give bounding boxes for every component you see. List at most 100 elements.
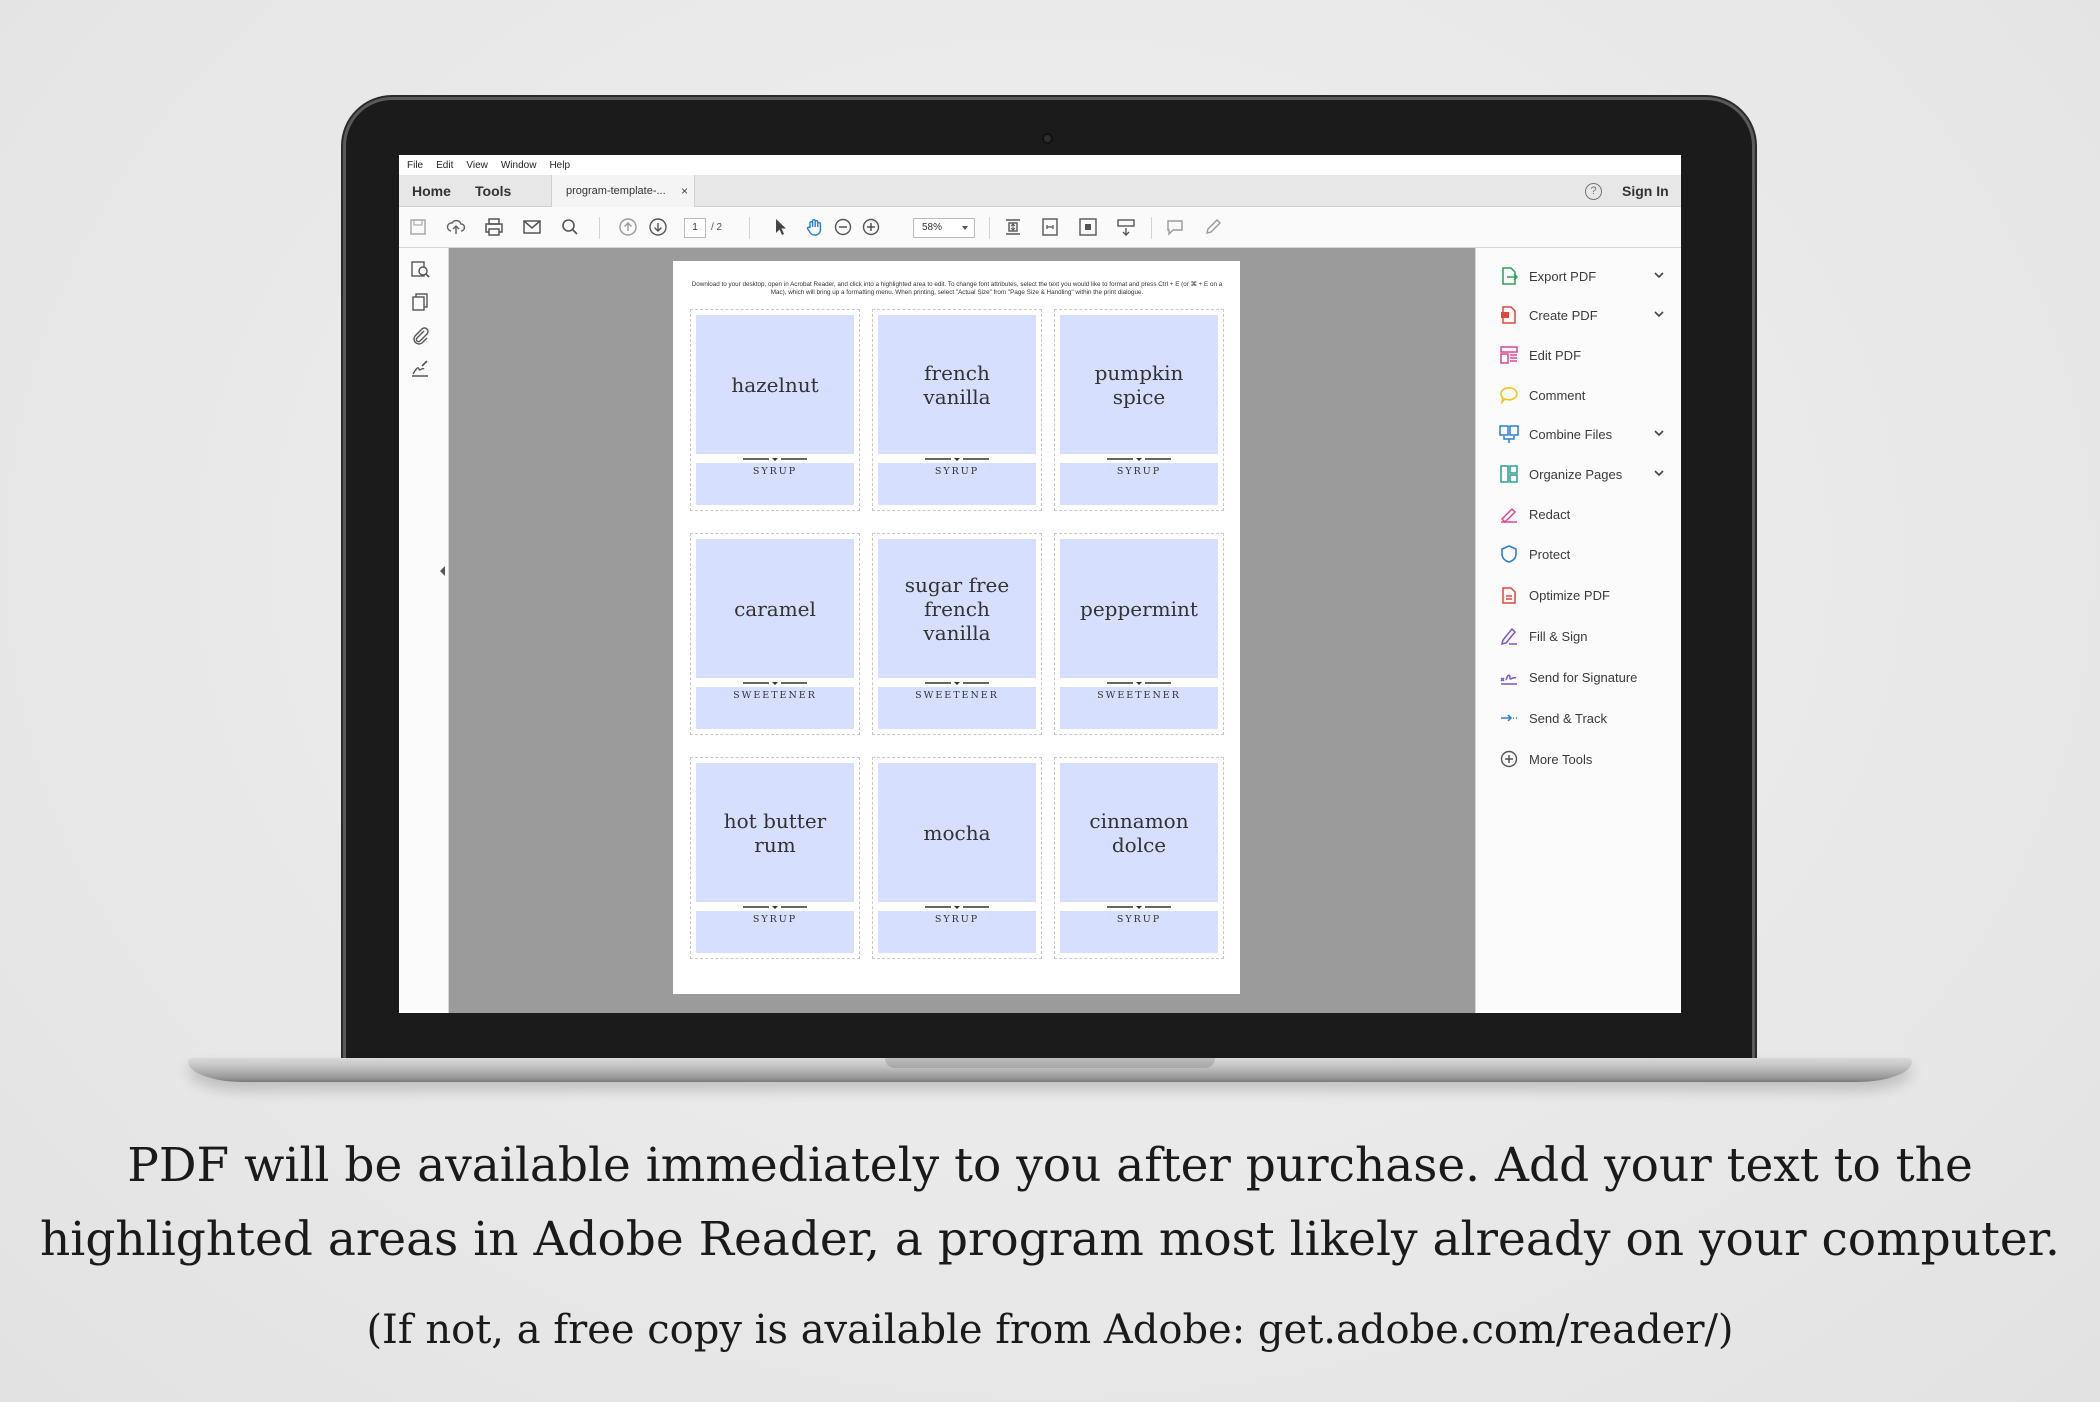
tool-comment[interactable]: Comment <box>1498 384 1668 406</box>
card-title-field[interactable]: pumpkin spice <box>1060 315 1218 454</box>
comment-bubble-icon[interactable] <box>1164 216 1186 238</box>
chevron-down-icon[interactable] <box>1654 428 1664 438</box>
syrup-card: mocha SYRUP <box>872 757 1042 959</box>
zoom-in-icon[interactable] <box>860 216 882 238</box>
divider-ornament <box>1107 906 1171 909</box>
fit-page-icon[interactable] <box>1002 216 1024 238</box>
card-title-field[interactable]: hazelnut <box>696 315 854 454</box>
tool-label: Comment <box>1529 387 1586 403</box>
tool-label: Redact <box>1529 506 1571 522</box>
save-icon[interactable] <box>407 216 429 238</box>
page-number-input[interactable]: 1 <box>684 218 706 238</box>
zoom-level-select[interactable]: 58% <box>913 218 975 238</box>
tool-send-track[interactable]: Send & Track <box>1498 707 1668 729</box>
create-pdf-icon <box>1498 304 1520 326</box>
card-title-field[interactable]: french vanilla <box>878 315 1036 454</box>
pen-icon[interactable] <box>1202 216 1224 238</box>
tool-label: Send & Track <box>1529 710 1608 726</box>
tool-redact[interactable]: Redact <box>1498 503 1668 525</box>
card-title-field[interactable]: caramel <box>696 539 854 678</box>
tool-label: More Tools <box>1529 751 1593 767</box>
document-view[interactable]: Download to your desktop, open in Acroba… <box>449 248 1475 1013</box>
attachment-icon[interactable] <box>409 324 431 346</box>
fill-sign-icon <box>1498 625 1520 647</box>
email-icon[interactable] <box>521 216 543 238</box>
tool-create-pdf[interactable]: Create PDF <box>1498 304 1668 326</box>
divider-ornament <box>743 682 807 685</box>
card-label-field[interactable]: SWEETENER <box>878 687 1036 729</box>
help-icon[interactable]: ? <box>1585 183 1602 200</box>
signature-icon[interactable] <box>409 357 431 379</box>
scroll-mode-icon[interactable] <box>1115 216 1137 238</box>
syrup-card: pumpkin spice SYRUP <box>1054 309 1224 511</box>
next-page-icon[interactable] <box>647 216 669 238</box>
card-label-field[interactable]: SYRUP <box>878 911 1036 953</box>
card-title-field[interactable]: cinnamon dolce <box>1060 763 1218 902</box>
card-title-field[interactable]: peppermint <box>1060 539 1218 678</box>
sign-in-button[interactable]: Sign In <box>1622 175 1669 207</box>
menu-edit[interactable]: Edit <box>436 160 453 171</box>
select-cursor-icon[interactable] <box>769 216 791 238</box>
tool-edit-pdf[interactable]: Edit PDF <box>1498 344 1668 366</box>
menu-bar: File Edit View Window Help <box>399 155 1681 175</box>
tool-label: Protect <box>1529 546 1571 562</box>
tool-more-tools[interactable]: More Tools <box>1498 748 1668 770</box>
optimize-pdf-icon <box>1498 584 1520 606</box>
tab-document[interactable]: program-template-... × <box>551 175 695 207</box>
tool-send-for-signature[interactable]: Send for Signature <box>1498 666 1668 688</box>
tool-label: Create PDF <box>1529 307 1598 323</box>
tool-export-pdf[interactable]: Export PDF <box>1498 265 1668 287</box>
menu-help[interactable]: Help <box>549 160 570 171</box>
tool-label: Organize Pages <box>1529 466 1623 482</box>
full-screen-icon[interactable] <box>1077 216 1099 238</box>
toolbar-separator <box>989 217 990 239</box>
page-thumbnails-icon[interactable] <box>409 258 431 280</box>
menu-window[interactable]: Window <box>501 160 537 171</box>
tool-optimize-pdf[interactable]: Optimize PDF <box>1498 584 1668 606</box>
card-label-field[interactable]: SYRUP <box>878 463 1036 505</box>
document-tab-label: program-template-... <box>566 185 666 197</box>
tool-protect[interactable]: Protect <box>1498 543 1668 565</box>
chevron-down-icon[interactable] <box>1654 270 1664 280</box>
card-label-field[interactable]: SYRUP <box>696 463 854 505</box>
fit-width-icon[interactable] <box>1039 216 1061 238</box>
chevron-down-icon[interactable] <box>1654 309 1664 319</box>
pages-icon[interactable] <box>409 291 431 313</box>
syrup-card: hazelnut SYRUP <box>690 309 860 511</box>
pdf-page: Download to your desktop, open in Acroba… <box>673 261 1240 994</box>
tab-home[interactable]: Home <box>412 175 451 207</box>
tool-combine-files[interactable]: Combine Files <box>1498 423 1668 445</box>
collapse-panel-icon[interactable] <box>440 566 445 576</box>
sweetener-card: peppermint SWEETENER <box>1054 533 1224 735</box>
sweetener-card: sugar free french vanilla SWEETENER <box>872 533 1042 735</box>
combine-files-icon <box>1498 423 1520 445</box>
close-tab-icon[interactable]: × <box>681 175 688 207</box>
tool-fill-sign[interactable]: Fill & Sign <box>1498 625 1668 647</box>
card-label-field[interactable]: SYRUP <box>1060 911 1218 953</box>
tool-label: Export PDF <box>1529 268 1597 284</box>
card-label-field[interactable]: SYRUP <box>1060 463 1218 505</box>
card-label-field[interactable]: SWEETENER <box>696 687 854 729</box>
card-label-field[interactable]: SWEETENER <box>1060 687 1218 729</box>
card-title-field[interactable]: mocha <box>878 763 1036 902</box>
tab-tools[interactable]: Tools <box>475 175 511 207</box>
zoom-out-icon[interactable] <box>832 216 854 238</box>
card-title-field[interactable]: sugar free french vanilla <box>878 539 1036 678</box>
chevron-down-icon[interactable] <box>1654 468 1664 478</box>
menu-view[interactable]: View <box>466 160 488 171</box>
search-icon[interactable] <box>559 216 581 238</box>
hand-tool-icon[interactable] <box>804 216 826 238</box>
tool-organize-pages[interactable]: Organize Pages <box>1498 463 1668 485</box>
card-title-field[interactable]: hot butter rum <box>696 763 854 902</box>
left-navigation-rail <box>399 248 449 1013</box>
edit-pdf-icon <box>1498 344 1520 366</box>
menu-file[interactable]: File <box>407 160 423 171</box>
divider-ornament <box>743 458 807 461</box>
divider-ornament <box>1107 682 1171 685</box>
previous-page-icon[interactable] <box>617 216 639 238</box>
print-icon[interactable] <box>483 216 505 238</box>
card-label-field[interactable]: SYRUP <box>696 911 854 953</box>
protect-icon <box>1498 543 1520 565</box>
cloud-upload-icon[interactable] <box>445 216 467 238</box>
tool-label: Combine Files <box>1529 426 1613 442</box>
